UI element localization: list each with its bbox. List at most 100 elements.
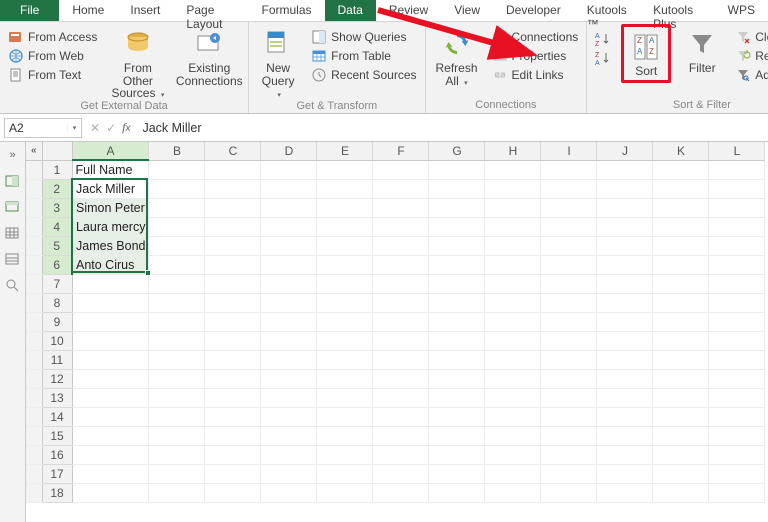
cell-C6[interactable] <box>205 255 261 274</box>
cell-H10[interactable] <box>485 331 541 350</box>
sort-desc-button[interactable]: ZA <box>593 49 613 67</box>
cell-A17[interactable] <box>72 464 149 483</box>
from-text-button[interactable]: From Text <box>6 66 99 84</box>
tab-developer[interactable]: Developer <box>493 0 574 21</box>
cell-K16[interactable] <box>653 445 709 464</box>
cell-K6[interactable] <box>653 255 709 274</box>
cell-I17[interactable] <box>541 464 597 483</box>
collapse-rail-icon[interactable]: « <box>26 142 42 160</box>
cell-G3[interactable] <box>429 198 485 217</box>
cell-C1[interactable] <box>205 160 261 179</box>
enter-formula-icon[interactable]: ✓ <box>106 121 116 135</box>
from-table-button[interactable]: From Table <box>309 47 418 65</box>
col-header-G[interactable]: G <box>429 142 485 160</box>
col-header-B[interactable]: B <box>149 142 205 160</box>
cell-K13[interactable] <box>653 388 709 407</box>
cell-J18[interactable] <box>597 483 653 502</box>
cell-J4[interactable] <box>597 217 653 236</box>
cancel-formula-icon[interactable]: ✕ <box>90 121 100 135</box>
cell-G5[interactable] <box>429 236 485 255</box>
col-header-H[interactable]: H <box>485 142 541 160</box>
cell-E14[interactable] <box>317 407 373 426</box>
cell-E3[interactable] <box>317 198 373 217</box>
cell-E4[interactable] <box>317 217 373 236</box>
cell-J2[interactable] <box>597 179 653 198</box>
cell-K8[interactable] <box>653 293 709 312</box>
cell-C11[interactable] <box>205 350 261 369</box>
cell-H9[interactable] <box>485 312 541 331</box>
cell-L14[interactable] <box>709 407 765 426</box>
select-all-corner[interactable] <box>42 142 72 160</box>
edit-links-button[interactable]: Edit Links <box>490 66 581 84</box>
cell-D8[interactable] <box>261 293 317 312</box>
cell-J10[interactable] <box>597 331 653 350</box>
tab-data[interactable]: Data <box>325 0 376 21</box>
reapply-button[interactable]: Reapply <box>733 47 768 65</box>
cell-E10[interactable] <box>317 331 373 350</box>
cell-C2[interactable] <box>205 179 261 198</box>
tab-view[interactable]: View <box>441 0 493 21</box>
cell-C5[interactable] <box>205 236 261 255</box>
cell-C18[interactable] <box>205 483 261 502</box>
cell-A15[interactable] <box>72 426 149 445</box>
row-header-7[interactable]: 7 <box>42 274 72 293</box>
cell-A13[interactable] <box>72 388 149 407</box>
cell-G10[interactable] <box>429 331 485 350</box>
cell-E11[interactable] <box>317 350 373 369</box>
cell-E5[interactable] <box>317 236 373 255</box>
from-other-sources-button[interactable]: From Other Sources ▾ <box>107 24 168 100</box>
cell-K14[interactable] <box>653 407 709 426</box>
cell-J12[interactable] <box>597 369 653 388</box>
cell-C12[interactable] <box>205 369 261 388</box>
cell-E1[interactable] <box>317 160 373 179</box>
tab-insert[interactable]: Insert <box>117 0 173 21</box>
cell-J1[interactable] <box>597 160 653 179</box>
cell-K9[interactable] <box>653 312 709 331</box>
cell-K1[interactable] <box>653 160 709 179</box>
cell-F6[interactable] <box>373 255 429 274</box>
cell-C14[interactable] <box>205 407 261 426</box>
cell-L17[interactable] <box>709 464 765 483</box>
cell-G18[interactable] <box>429 483 485 502</box>
cell-D6[interactable] <box>261 255 317 274</box>
cell-J14[interactable] <box>597 407 653 426</box>
row-header-12[interactable]: 12 <box>42 369 72 388</box>
cell-G9[interactable] <box>429 312 485 331</box>
row-header-3[interactable]: 3 <box>42 198 72 217</box>
cell-G12[interactable] <box>429 369 485 388</box>
cell-H16[interactable] <box>485 445 541 464</box>
col-header-I[interactable]: I <box>541 142 597 160</box>
cell-D17[interactable] <box>261 464 317 483</box>
fx-icon[interactable]: fx <box>122 120 130 135</box>
cell-D4[interactable] <box>261 217 317 236</box>
rail-icon-1[interactable] <box>4 172 22 190</box>
cell-L12[interactable] <box>709 369 765 388</box>
show-queries-button[interactable]: Show Queries <box>309 28 418 46</box>
cell-H1[interactable] <box>485 160 541 179</box>
cell-J16[interactable] <box>597 445 653 464</box>
cell-K7[interactable] <box>653 274 709 293</box>
cell-J7[interactable] <box>597 274 653 293</box>
cell-C4[interactable] <box>205 217 261 236</box>
cell-A2[interactable]: Jack Miller <box>72 179 149 198</box>
cell-J8[interactable] <box>597 293 653 312</box>
row-header-13[interactable]: 13 <box>42 388 72 407</box>
cell-I12[interactable] <box>541 369 597 388</box>
filter-button[interactable]: Filter <box>679 24 725 75</box>
cell-F13[interactable] <box>373 388 429 407</box>
cell-F2[interactable] <box>373 179 429 198</box>
cell-J5[interactable] <box>597 236 653 255</box>
cell-D5[interactable] <box>261 236 317 255</box>
cell-F10[interactable] <box>373 331 429 350</box>
cell-L2[interactable] <box>709 179 765 198</box>
cell-I16[interactable] <box>541 445 597 464</box>
cell-H3[interactable] <box>485 198 541 217</box>
rail-icon-3[interactable] <box>4 224 22 242</box>
cell-C7[interactable] <box>205 274 261 293</box>
row-header-1[interactable]: 1 <box>42 160 72 179</box>
cell-K15[interactable] <box>653 426 709 445</box>
cell-D7[interactable] <box>261 274 317 293</box>
cell-E8[interactable] <box>317 293 373 312</box>
cell-B10[interactable] <box>149 331 205 350</box>
cell-B2[interactable] <box>149 179 205 198</box>
